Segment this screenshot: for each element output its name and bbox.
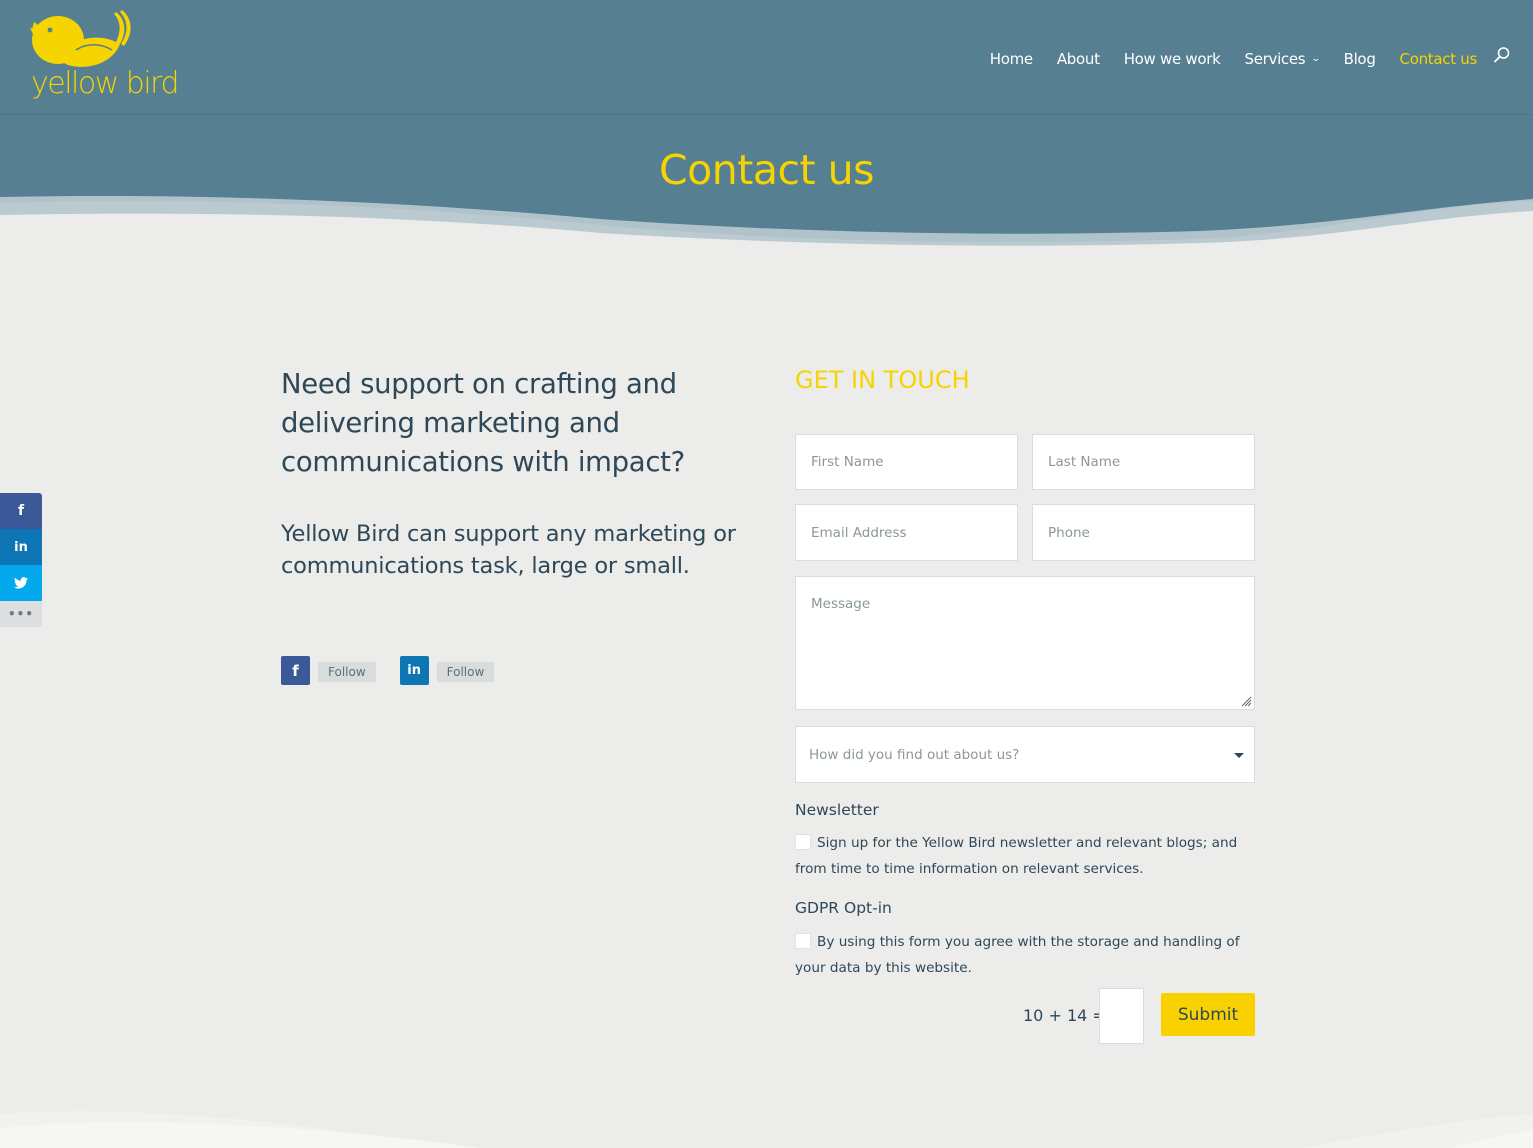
share-facebook-button[interactable]: f xyxy=(0,493,42,529)
message-placeholder: Message xyxy=(811,596,871,612)
linkedin-icon: in xyxy=(407,663,421,678)
site-header: yellow bird Home About How we work Servi… xyxy=(0,0,1533,115)
nav-about-label: About xyxy=(1056,50,1100,68)
email-placeholder: Email Address xyxy=(811,524,907,541)
referral-select[interactable]: How did you find out about us? xyxy=(795,726,1255,783)
gdpr-option: By using this form you agree with the st… xyxy=(795,929,1255,981)
gdpr-heading: GDPR Opt-in xyxy=(795,899,892,917)
logo[interactable]: yellow bird xyxy=(28,8,188,106)
first-name-placeholder: First Name xyxy=(811,454,884,470)
linkedin-follow-button[interactable]: Follow xyxy=(436,662,495,682)
linkedin-icon: in xyxy=(14,539,28,555)
search-icon[interactable] xyxy=(1493,46,1511,64)
facebook-follow-button[interactable]: Follow xyxy=(318,662,376,682)
footer-wave xyxy=(0,1111,1533,1148)
nav-home-label: Home xyxy=(989,50,1033,68)
newsletter-label: Sign up for the Yellow Bird newsletter a… xyxy=(795,835,1238,877)
page-title: Contact us xyxy=(659,146,874,194)
twitter-icon xyxy=(14,577,28,589)
main-nav: Home About How we work Services ⌄ Blog Co… xyxy=(990,47,1478,71)
resize-handle-icon[interactable] xyxy=(1240,695,1252,707)
share-twitter-button[interactable] xyxy=(0,565,42,601)
gdpr-checkbox[interactable] xyxy=(795,933,811,949)
nav-blog[interactable]: Blog xyxy=(1344,50,1376,68)
newsletter-heading: Newsletter xyxy=(795,801,879,819)
nav-contact-us-label: Contact us xyxy=(1399,50,1478,68)
newsletter-option: Sign up for the Yellow Bird newsletter a… xyxy=(795,830,1255,882)
phone-input[interactable]: Phone xyxy=(1032,504,1255,561)
dropdown-caret-icon xyxy=(1234,753,1244,758)
facebook-icon: f xyxy=(292,661,299,680)
social-follow-row: f Follow in Follow xyxy=(281,656,495,685)
bird-logo-icon xyxy=(30,10,131,67)
intro-heading: Need support on crafting and delivering … xyxy=(281,368,685,478)
nav-services[interactable]: Services ⌄ xyxy=(1244,50,1322,68)
nav-contact-us[interactable]: Contact us xyxy=(1399,50,1478,68)
last-name-placeholder: Last Name xyxy=(1048,454,1121,470)
phone-placeholder: Phone xyxy=(1048,524,1090,541)
nav-how-we-work-label: How we work xyxy=(1123,50,1221,68)
page-hero: Contact us xyxy=(0,115,1533,265)
nav-blog-label: Blog xyxy=(1343,50,1376,68)
nav-services-label: Services xyxy=(1244,50,1306,68)
newsletter-checkbox[interactable] xyxy=(795,834,811,850)
share-more-button[interactable]: ••• xyxy=(0,601,42,627)
captcha-input[interactable] xyxy=(1099,988,1144,1044)
facebook-follow-icon-button[interactable]: f xyxy=(281,656,310,685)
intro-text: Yellow Bird can support any marketing or… xyxy=(281,521,736,579)
nav-about[interactable]: About xyxy=(1057,50,1100,68)
message-textarea[interactable]: Message xyxy=(795,576,1255,710)
more-icon: ••• xyxy=(7,607,34,621)
linkedin-follow-icon-button[interactable]: in xyxy=(399,656,429,685)
last-name-input[interactable]: Last Name xyxy=(1032,434,1255,490)
share-linkedin-button[interactable]: in xyxy=(0,529,42,565)
captcha-question: 10 + 14 = xyxy=(1023,1006,1106,1025)
floating-share-bar: f in ••• xyxy=(0,493,42,627)
email-input[interactable]: Email Address xyxy=(795,504,1018,561)
gdpr-label: By using this form you agree with the st… xyxy=(795,934,1240,976)
referral-select-value: How did you find out about us? xyxy=(809,746,1020,763)
form-title: GET IN TOUCH xyxy=(795,366,970,394)
chevron-down-icon: ⌄ xyxy=(1310,54,1322,64)
facebook-icon: f xyxy=(17,503,25,519)
nav-home[interactable]: Home xyxy=(990,50,1033,68)
first-name-input[interactable]: First Name xyxy=(795,434,1018,490)
nav-how-we-work[interactable]: How we work xyxy=(1124,50,1221,68)
submit-button[interactable]: Submit xyxy=(1161,993,1255,1036)
logo-text: yellow bird xyxy=(31,66,180,101)
